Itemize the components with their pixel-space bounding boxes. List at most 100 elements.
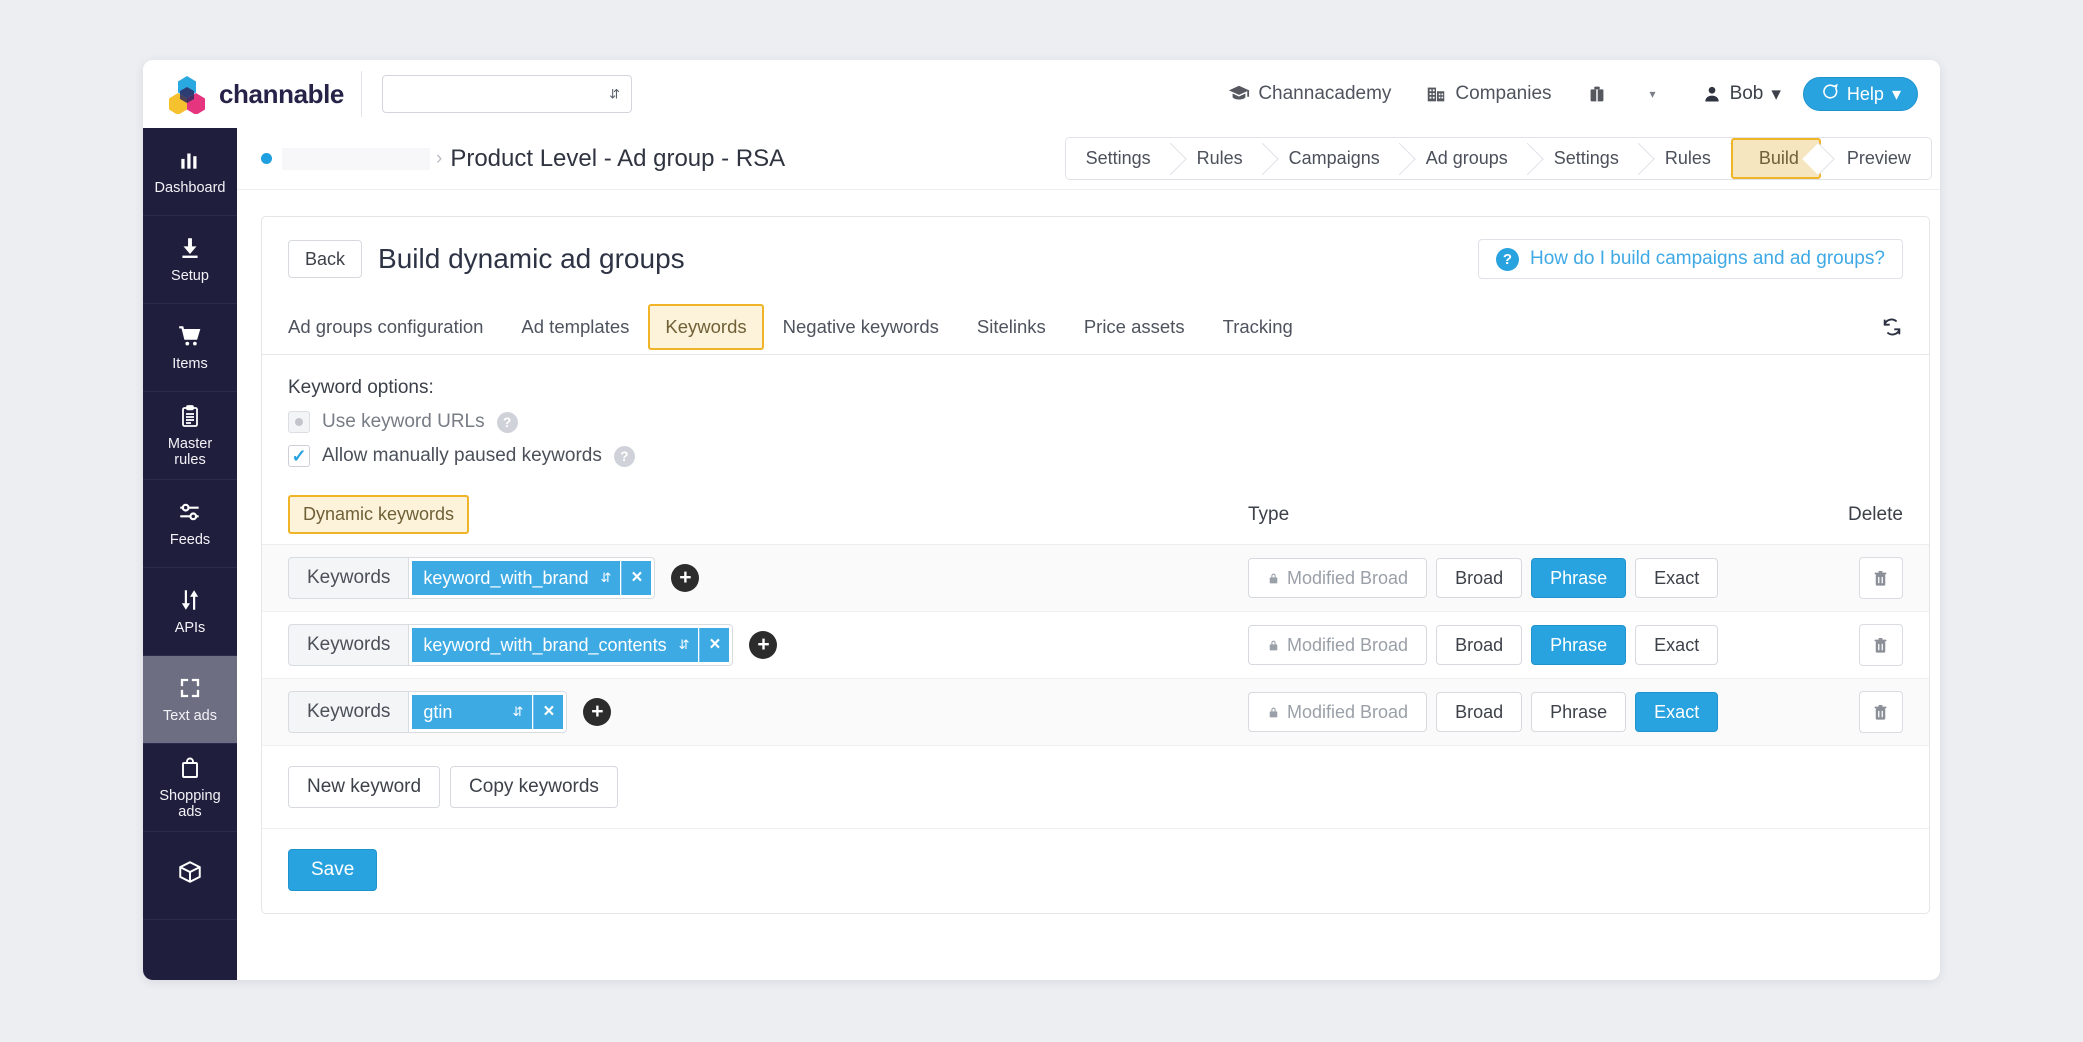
sidebar-item-text-ads-label: Text ads — [163, 709, 217, 725]
match-type-group-2: Modified Broad Broad Phrase Exact — [1248, 625, 1848, 665]
use-keyword-urls-checkbox — [288, 411, 310, 433]
step-campaigns[interactable]: Campaigns — [1263, 138, 1400, 179]
tab-price-assets[interactable]: Price assets — [1065, 299, 1204, 354]
keyword-field-label: Keywords — [288, 624, 408, 666]
breadcrumb-separator-icon: › — [436, 148, 442, 170]
type-phrase[interactable]: Phrase — [1531, 558, 1626, 598]
type-phrase[interactable]: Phrase — [1531, 625, 1626, 665]
account-select[interactable]: ⇵ — [382, 75, 632, 113]
crop-frame-icon — [178, 675, 202, 702]
breadcrumb-project-redacted[interactable] — [282, 148, 430, 170]
refresh-icon[interactable] — [1881, 316, 1903, 338]
tab-sitelinks[interactable]: Sitelinks — [958, 299, 1065, 354]
card-header: Back Build dynamic ad groups ? How do I … — [262, 217, 1929, 299]
keyword-field-2: Keywords keyword_with_brand_contents ⇵ ×… — [288, 624, 1248, 666]
step-ad-groups[interactable]: Ad groups — [1400, 138, 1528, 179]
tab-keywords[interactable]: Keywords — [648, 304, 763, 350]
page-title: Product Level - Ad group - RSA — [450, 145, 785, 173]
sidebar-item-setup[interactable]: Setup — [143, 216, 237, 304]
match-type-group-1: Modified Broad Broad Phrase Exact — [1248, 558, 1848, 598]
topnav-companies[interactable]: Companies — [1425, 83, 1551, 105]
keyword-token-select[interactable]: keyword_with_brand ⇵ × — [408, 557, 655, 599]
chevron-down-icon[interactable]: ▾ — [1650, 87, 1656, 101]
topnav-companies-label: Companies — [1455, 83, 1551, 105]
copy-keywords-button[interactable]: Copy keywords — [450, 766, 618, 808]
sidebar-item-text-ads[interactable]: Text ads — [143, 656, 237, 744]
add-keyword-icon[interactable]: + — [671, 564, 699, 592]
app-window: channable ⇵ Channacademy — [143, 60, 1940, 980]
type-exact[interactable]: Exact — [1635, 625, 1718, 665]
sidebar-item-items[interactable]: Items — [143, 304, 237, 392]
brand-logo[interactable]: channable — [167, 74, 353, 114]
delete-row-button[interactable] — [1859, 557, 1903, 599]
tab-ad-groups-configuration[interactable]: Ad groups configuration — [288, 299, 502, 354]
delete-row-button[interactable] — [1859, 691, 1903, 733]
topnav-channacademy[interactable]: Channacademy — [1228, 83, 1391, 105]
topnav-briefcase[interactable] — [1586, 83, 1616, 105]
user-menu[interactable]: Bob ▾ — [1702, 83, 1781, 106]
sidebar-item-apis-label: APIs — [175, 621, 206, 637]
option-allow-manually-paused-keywords: ✓ Allow manually paused keywords ? — [288, 445, 1903, 467]
lock-icon — [1267, 639, 1280, 652]
sidebar-item-feeds-label: Feeds — [170, 533, 210, 549]
type-modified-broad: Modified Broad — [1248, 692, 1427, 732]
top-bar: channable ⇵ Channacademy — [143, 60, 1940, 128]
step-preview[interactable]: Preview — [1821, 138, 1931, 179]
tab-bar: Ad groups configuration Ad templates Key… — [262, 299, 1929, 355]
keyword-token-label: keyword_with_brand_contents — [423, 635, 666, 656]
tab-ad-templates[interactable]: Ad templates — [502, 299, 648, 354]
breadcrumb-bar: › Product Level - Ad group - RSA Setting… — [237, 128, 1940, 190]
help-hint-icon[interactable]: ? — [497, 412, 518, 433]
chat-bubble-icon — [1820, 82, 1839, 106]
help-button[interactable]: Help ▾ — [1803, 77, 1918, 111]
remove-token-icon[interactable]: × — [621, 561, 651, 595]
keyword-token[interactable]: gtin ⇵ — [412, 695, 532, 729]
type-broad[interactable]: Broad — [1436, 558, 1522, 598]
card-title: Build dynamic ad groups — [378, 243, 685, 275]
type-broad[interactable]: Broad — [1436, 692, 1522, 732]
keyword-token-select[interactable]: gtin ⇵ × — [408, 691, 567, 733]
delete-row-button[interactable] — [1859, 624, 1903, 666]
keyword-token[interactable]: keyword_with_brand ⇵ — [412, 561, 620, 595]
step-settings-2[interactable]: Settings — [1528, 138, 1639, 179]
tab-negative-keywords[interactable]: Negative keywords — [764, 299, 958, 354]
sidebar-item-dashboard[interactable]: Dashboard — [143, 128, 237, 216]
back-button[interactable]: Back — [288, 240, 362, 278]
type-exact[interactable]: Exact — [1635, 558, 1718, 598]
sidebar-item-setup-label: Setup — [171, 269, 209, 285]
step-build[interactable]: Build — [1731, 138, 1821, 179]
user-name: Bob — [1730, 83, 1764, 105]
remove-token-icon[interactable]: × — [699, 628, 729, 662]
help-article-link[interactable]: ? How do I build campaigns and ad groups… — [1478, 239, 1903, 279]
new-keyword-button[interactable]: New keyword — [288, 766, 440, 808]
delete-cell-1 — [1848, 557, 1903, 599]
sidebar-item-box[interactable] — [143, 832, 237, 920]
help-hint-icon[interactable]: ? — [614, 446, 635, 467]
allow-paused-keywords-checkbox[interactable]: ✓ — [288, 445, 310, 467]
add-keyword-icon[interactable]: + — [749, 631, 777, 659]
card-footer: Save — [262, 829, 1929, 913]
add-keyword-icon[interactable]: + — [583, 698, 611, 726]
sidebar-item-dashboard-label: Dashboard — [155, 181, 226, 197]
keyword-options-title: Keyword options: — [288, 377, 1903, 399]
keyword-token[interactable]: keyword_with_brand_contents ⇵ — [412, 628, 698, 662]
type-exact[interactable]: Exact — [1635, 692, 1718, 732]
keyword-token-label: gtin — [423, 702, 452, 723]
trash-icon — [1871, 703, 1890, 722]
save-button[interactable]: Save — [288, 849, 377, 891]
keyword-token-select[interactable]: keyword_with_brand_contents ⇵ × — [408, 624, 733, 666]
type-phrase[interactable]: Phrase — [1531, 692, 1626, 732]
remove-token-icon[interactable]: × — [533, 695, 563, 729]
sidebar-item-apis[interactable]: APIs — [143, 568, 237, 656]
lock-icon — [1267, 572, 1280, 585]
sidebar-item-master-rules[interactable]: Masterrules — [143, 392, 237, 480]
type-broad[interactable]: Broad — [1436, 625, 1522, 665]
sidebar-item-feeds[interactable]: Feeds — [143, 480, 237, 568]
step-settings-1[interactable]: Settings — [1066, 138, 1171, 179]
sidebar-item-shopping-ads[interactable]: Shoppingads — [143, 744, 237, 832]
briefcase-icon — [1586, 83, 1608, 105]
type-modified-broad: Modified Broad — [1248, 625, 1427, 665]
graduation-cap-icon — [1228, 83, 1250, 105]
top-nav: Channacademy — [1228, 77, 1918, 111]
tab-tracking[interactable]: Tracking — [1204, 299, 1312, 354]
